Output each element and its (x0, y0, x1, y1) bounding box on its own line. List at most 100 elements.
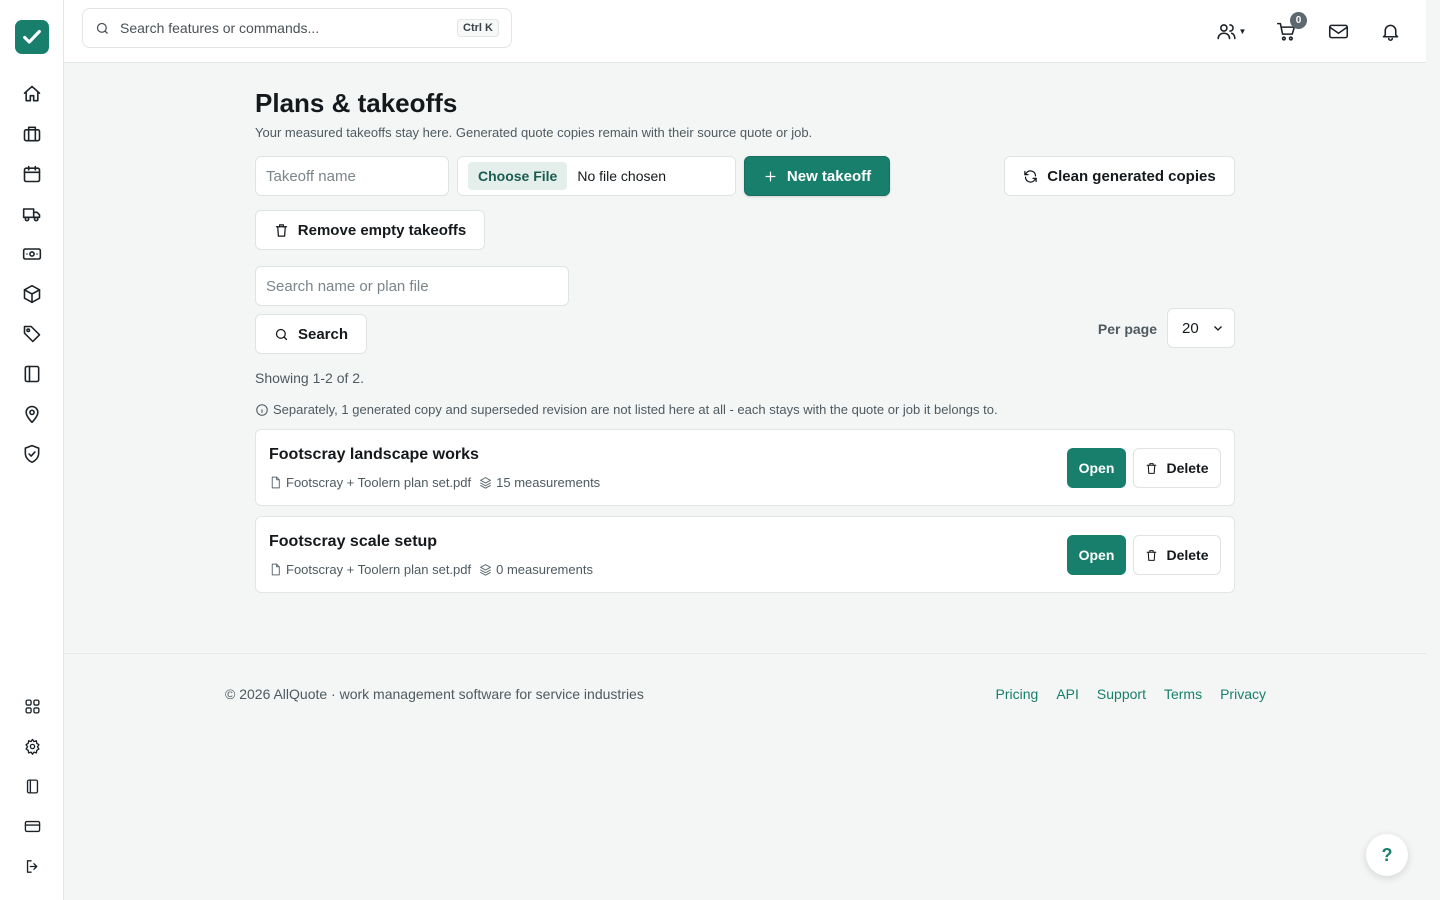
help-button[interactable]: ? (1366, 834, 1408, 876)
file-icon (271, 476, 280, 489)
sidebar-item-apps[interactable] (20, 694, 44, 718)
sidebar (0, 0, 64, 900)
command-search-input[interactable]: Search features or commands... Ctrl K (82, 8, 512, 48)
bell-icon (1382, 24, 1398, 41)
mail-icon (1328, 24, 1348, 38)
users-icon (1216, 23, 1236, 39)
settings-gear-icon (24, 738, 40, 755)
sidebar-item-settings[interactable] (20, 734, 44, 758)
new-takeoff-label: New takeoff (786, 167, 872, 185)
footer-link-api[interactable]: API (1056, 686, 1079, 702)
remove-empty-takeoffs-label: Remove empty takeoffs (297, 221, 467, 239)
sidebar-item-logout[interactable] (20, 854, 44, 878)
clean-generated-copies-label: Clean generated copies (1047, 167, 1216, 185)
refresh-icon (1024, 169, 1038, 183)
cart-button[interactable]: 0 (1273, 12, 1307, 44)
takeoff-meta: Footscray + Toolern plan set.pdf 15 meas… (269, 475, 600, 490)
book-icon (24, 365, 40, 383)
page-title: Plans & takeoffs (255, 88, 458, 118)
takeoff-title: Footscray scale setup (269, 533, 438, 550)
footer-link-pricing[interactable]: Pricing (996, 686, 1039, 702)
sidebar-item-jobs[interactable] (20, 122, 44, 146)
takeoff-name-input[interactable]: Takeoff name (255, 156, 449, 196)
info-icon (256, 403, 268, 416)
trash-icon (275, 223, 287, 237)
takeoff-file: Footscray + Toolern plan set.pdf (286, 475, 472, 490)
footer-link-privacy[interactable]: Privacy (1220, 686, 1266, 702)
footer-links: Pricing API Support Terms Privacy (996, 686, 1266, 702)
trash-icon (1147, 462, 1157, 474)
panel-icon (26, 778, 38, 794)
briefcase-icon (23, 126, 41, 142)
sidebar-item-pricing[interactable] (20, 322, 44, 346)
caret-down-icon: ▼ (1238, 26, 1247, 36)
footer: © 2026 AllQuote · work management softwa… (64, 653, 1426, 733)
takeoff-meta: Footscray + Toolern plan set.pdf 0 measu… (269, 562, 593, 577)
search-button-label: Search (297, 325, 349, 343)
footer-link-support[interactable]: Support (1097, 686, 1146, 702)
takeoff-title: Footscray landscape works (269, 446, 479, 463)
shield-check-icon (24, 444, 40, 464)
chevron-down-icon (1214, 326, 1222, 331)
takeoff-measurements: 0 measurements (496, 562, 593, 577)
open-takeoff-button[interactable]: Open (1067, 448, 1126, 488)
sidebar-item-payments[interactable] (20, 242, 44, 266)
delete-label: Delete (1166, 547, 1209, 563)
takeoff-search-input[interactable]: Search name or plan file (255, 266, 569, 306)
new-takeoff-button[interactable]: New takeoff (744, 156, 890, 196)
takeoff-measurements: 15 measurements (496, 475, 601, 490)
truck-icon (22, 208, 41, 222)
search-icon (275, 328, 288, 340)
map-pin-icon (25, 405, 39, 424)
sidebar-item-calendar[interactable] (20, 162, 44, 186)
footer-link-terms[interactable]: Terms (1164, 686, 1202, 702)
messages-button[interactable] (1325, 18, 1351, 44)
sidebar-item-home[interactable] (20, 82, 44, 106)
delete-label: Delete (1166, 460, 1209, 476)
takeoff-card: Footscray landscape works Footscray + To… (255, 429, 1235, 506)
plus-icon (765, 171, 776, 181)
sidebar-item-inventory[interactable] (20, 282, 44, 306)
box-icon (23, 284, 41, 304)
takeoff-name-placeholder: Takeoff name (266, 167, 356, 185)
plan-file-input[interactable]: Choose File No file chosen (457, 156, 736, 196)
team-menu-button[interactable]: ▼ (1214, 18, 1248, 44)
apps-grid-icon (24, 698, 40, 714)
notice-text: Separately, 1 generated copy and superse… (273, 402, 998, 417)
layers-icon (480, 477, 491, 489)
per-page-label: Per page (1097, 321, 1157, 337)
sidebar-item-plans[interactable] (20, 362, 44, 386)
notifications-button[interactable] (1377, 18, 1403, 44)
clean-generated-copies-button[interactable]: Clean generated copies (1004, 156, 1235, 196)
layers-icon (480, 564, 491, 576)
search-button[interactable]: Search (255, 314, 367, 354)
check-icon (23, 29, 41, 44)
app-logo[interactable] (15, 20, 49, 54)
topbar: Search features or commands... Ctrl K ▼ … (64, 0, 1426, 63)
sidebar-item-compliance[interactable] (20, 442, 44, 466)
takeoff-card: Footscray scale setup Footscray + Tooler… (255, 516, 1235, 593)
sidebar-item-billing[interactable] (20, 814, 44, 838)
file-icon (271, 563, 280, 576)
open-takeoff-button[interactable]: Open (1067, 535, 1126, 575)
remove-empty-takeoffs-button[interactable]: Remove empty takeoffs (255, 210, 485, 250)
cart-count-badge: 0 (1290, 12, 1307, 29)
sidebar-item-locations[interactable] (20, 402, 44, 426)
logout-icon (26, 859, 37, 873)
search-icon (96, 22, 108, 34)
results-count: Showing 1-2 of 2. (255, 370, 364, 386)
sidebar-item-panel[interactable] (20, 774, 44, 798)
file-status-text: No file chosen (577, 168, 667, 184)
keyboard-shortcut-badge: Ctrl K (457, 19, 499, 37)
credit-card-icon (24, 820, 40, 832)
page-subtitle: Your measured takeoffs stay here. Genera… (255, 125, 813, 140)
choose-file-button[interactable]: Choose File (468, 162, 568, 190)
delete-takeoff-button[interactable]: Delete (1133, 535, 1221, 575)
sidebar-item-delivery[interactable] (20, 202, 44, 226)
cash-icon (22, 248, 42, 260)
home-icon (23, 85, 41, 102)
per-page-select[interactable]: 20 (1167, 308, 1235, 348)
per-page-value: 20 (1182, 319, 1199, 337)
command-search-placeholder: Search features or commands... (120, 20, 320, 36)
delete-takeoff-button[interactable]: Delete (1133, 448, 1221, 488)
